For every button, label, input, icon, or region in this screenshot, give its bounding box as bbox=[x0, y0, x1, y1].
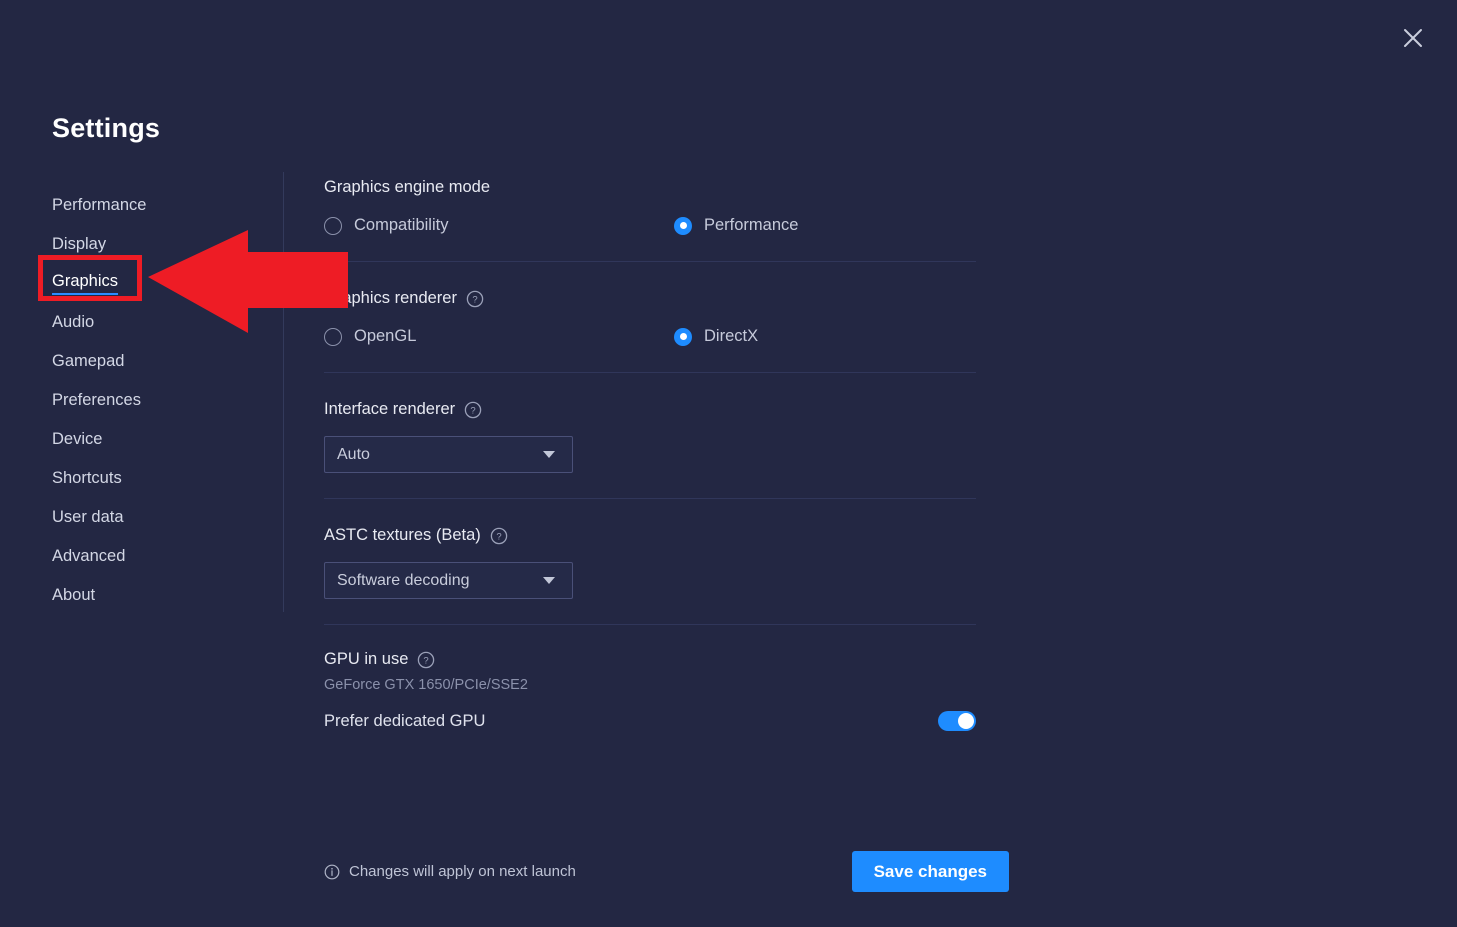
radio-unchecked-icon bbox=[324, 217, 342, 235]
gpu-device-name: GeForce GTX 1650/PCIe/SSE2 bbox=[324, 677, 976, 693]
radio-checked-icon bbox=[674, 217, 692, 235]
sidebar-item-user-data[interactable]: User data bbox=[52, 498, 284, 537]
sidebar-item-performance[interactable]: Performance bbox=[52, 186, 284, 225]
sidebar-item-label: Audio bbox=[52, 313, 94, 332]
interface-renderer-select[interactable]: Auto bbox=[324, 436, 573, 473]
section-interface-renderer: Interface renderer ? Auto bbox=[324, 400, 976, 473]
astc-textures-title: ASTC textures (Beta) bbox=[324, 526, 481, 545]
sidebar-content-divider bbox=[283, 172, 284, 612]
svg-text:?: ? bbox=[472, 294, 477, 305]
sidebar-item-label: Shortcuts bbox=[52, 469, 122, 488]
section-graphics-engine-mode: Graphics engine mode Compatibility Perfo… bbox=[324, 178, 976, 235]
section-title: Graphics renderer ? bbox=[324, 289, 976, 308]
radio-label: Performance bbox=[704, 216, 798, 235]
close-window-button[interactable] bbox=[1395, 20, 1431, 56]
settings-sidebar: Performance Display Graphics Audio Gamep… bbox=[52, 186, 284, 615]
help-circle-icon[interactable]: ? bbox=[464, 401, 482, 419]
svg-text:?: ? bbox=[496, 531, 501, 542]
sidebar-item-label: Advanced bbox=[52, 547, 125, 566]
sidebar-item-audio[interactable]: Audio bbox=[52, 303, 284, 342]
gpu-in-use-title: GPU in use bbox=[324, 650, 408, 669]
sidebar-item-label: User data bbox=[52, 508, 124, 527]
divider bbox=[324, 498, 976, 499]
radio-label: DirectX bbox=[704, 327, 758, 346]
prefer-dedicated-gpu-toggle[interactable] bbox=[938, 711, 976, 731]
divider bbox=[324, 624, 976, 625]
section-gpu-in-use: GPU in use ? GeForce GTX 1650/PCIe/SSE2 … bbox=[324, 650, 976, 731]
sidebar-item-about[interactable]: About bbox=[52, 576, 284, 615]
svg-text:?: ? bbox=[424, 655, 429, 666]
section-title: Graphics engine mode bbox=[324, 178, 976, 197]
prefer-dedicated-gpu-label: Prefer dedicated GPU bbox=[324, 712, 485, 731]
astc-textures-select[interactable]: Software decoding bbox=[324, 562, 573, 599]
sidebar-item-device[interactable]: Device bbox=[52, 420, 284, 459]
graphics-renderer-title: Graphics renderer bbox=[324, 289, 457, 308]
sidebar-item-advanced[interactable]: Advanced bbox=[52, 537, 284, 576]
sidebar-item-graphics[interactable]: Graphics bbox=[52, 264, 284, 303]
divider bbox=[324, 372, 976, 373]
sidebar-item-label: Device bbox=[52, 430, 102, 449]
prefer-dedicated-gpu-row: Prefer dedicated GPU bbox=[324, 711, 976, 731]
page-title: Settings bbox=[52, 113, 160, 144]
engine-mode-options: Compatibility Performance bbox=[324, 216, 976, 235]
sidebar-item-label: Performance bbox=[52, 196, 146, 215]
svg-text:?: ? bbox=[471, 405, 476, 416]
graphics-renderer-options: OpenGL DirectX bbox=[324, 327, 976, 346]
section-title: ASTC textures (Beta) ? bbox=[324, 526, 976, 545]
radio-opengl[interactable]: OpenGL bbox=[324, 327, 674, 346]
sidebar-item-preferences[interactable]: Preferences bbox=[52, 381, 284, 420]
divider bbox=[324, 261, 976, 262]
help-circle-icon[interactable]: ? bbox=[490, 527, 508, 545]
help-circle-icon[interactable]: ? bbox=[466, 290, 484, 308]
footer-note: Changes will apply on next launch bbox=[324, 863, 576, 880]
radio-unchecked-icon bbox=[324, 328, 342, 346]
sidebar-item-label: Preferences bbox=[52, 391, 141, 410]
radio-checked-icon bbox=[674, 328, 692, 346]
section-astc-textures: ASTC textures (Beta) ? Software decoding bbox=[324, 526, 976, 599]
sidebar-item-label: About bbox=[52, 586, 95, 605]
sidebar-item-label: Display bbox=[52, 235, 106, 254]
sidebar-item-label: Graphics bbox=[52, 272, 118, 295]
sidebar-item-display[interactable]: Display bbox=[52, 225, 284, 264]
help-circle-icon[interactable]: ? bbox=[417, 651, 435, 669]
sidebar-item-gamepad[interactable]: Gamepad bbox=[52, 342, 284, 381]
chevron-down-icon bbox=[543, 577, 555, 584]
save-changes-button[interactable]: Save changes bbox=[852, 851, 1009, 892]
info-circle-icon bbox=[324, 864, 340, 880]
radio-label: OpenGL bbox=[354, 327, 416, 346]
footer-note-text: Changes will apply on next launch bbox=[349, 863, 576, 880]
radio-performance[interactable]: Performance bbox=[674, 216, 798, 235]
close-icon bbox=[1402, 27, 1424, 49]
sidebar-item-shortcuts[interactable]: Shortcuts bbox=[52, 459, 284, 498]
chevron-down-icon bbox=[543, 451, 555, 458]
astc-textures-value: Software decoding bbox=[337, 572, 470, 590]
section-title: GPU in use ? bbox=[324, 650, 976, 669]
radio-label: Compatibility bbox=[354, 216, 448, 235]
engine-mode-title: Graphics engine mode bbox=[324, 178, 490, 197]
section-graphics-renderer: Graphics renderer ? OpenGL DirectX bbox=[324, 289, 976, 346]
radio-compatibility[interactable]: Compatibility bbox=[324, 216, 674, 235]
interface-renderer-value: Auto bbox=[337, 446, 370, 464]
sidebar-item-label: Gamepad bbox=[52, 352, 124, 371]
section-title: Interface renderer ? bbox=[324, 400, 976, 419]
radio-directx[interactable]: DirectX bbox=[674, 327, 758, 346]
interface-renderer-title: Interface renderer bbox=[324, 400, 455, 419]
graphics-settings-panel: Graphics engine mode Compatibility Perfo… bbox=[324, 178, 976, 731]
settings-footer: Changes will apply on next launch Save c… bbox=[324, 851, 1009, 892]
